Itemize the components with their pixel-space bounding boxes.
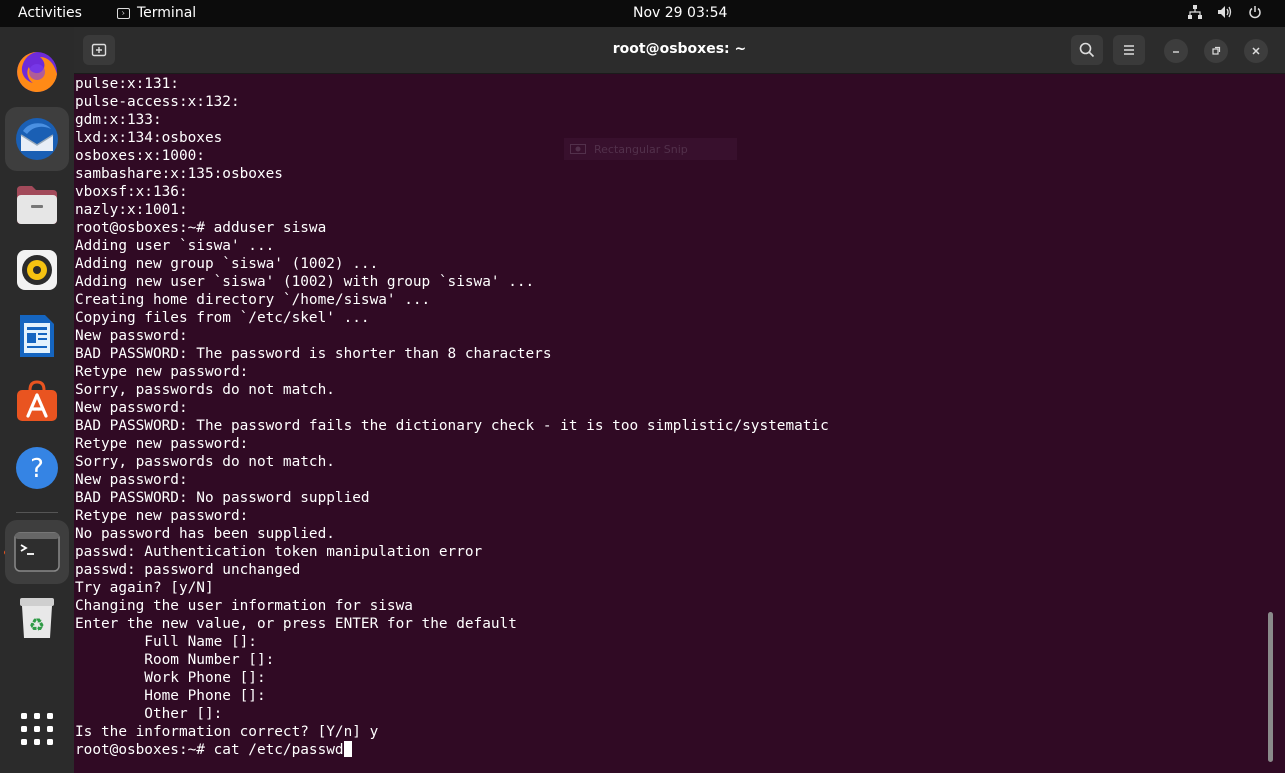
- dock-software[interactable]: [5, 369, 69, 433]
- app-menu-label: Terminal: [137, 5, 197, 21]
- app-grid-icon: [21, 713, 53, 745]
- top-bar: Activities Terminal Nov 29 03:54: [0, 0, 1285, 27]
- trash-icon: ♻: [20, 598, 54, 638]
- system-tray[interactable]: [1187, 4, 1263, 20]
- terminal-line: root@osboxes:~# adduser siswa: [75, 220, 327, 236]
- dock-rhythmbox[interactable]: [5, 238, 69, 302]
- dock-separator: [16, 512, 58, 513]
- terminal-line: lxd:x:134:osboxes: [75, 130, 223, 146]
- help-icon: ?: [16, 447, 58, 489]
- dock: ? ♻: [0, 27, 74, 773]
- hamburger-icon: [1124, 45, 1134, 55]
- dock-firefox[interactable]: [5, 40, 69, 104]
- terminal-line: Adding user `siswa' ...: [75, 238, 275, 254]
- terminal-line: Retype new password:: [75, 508, 249, 524]
- terminal-line: No password has been supplied.: [75, 526, 335, 542]
- dock-files[interactable]: [5, 172, 69, 236]
- terminal-line: Enter the new value, or press ENTER for …: [75, 616, 517, 632]
- volume-icon[interactable]: [1217, 4, 1233, 20]
- terminal-line: vboxsf:x:136:: [75, 184, 188, 200]
- activities-button[interactable]: Activities: [18, 5, 82, 21]
- terminal-line: Room Number []:: [75, 652, 275, 668]
- files-icon: [17, 186, 57, 224]
- terminal-line: Home Phone []:: [75, 688, 266, 704]
- terminal-line: passwd: password unchanged: [75, 562, 301, 578]
- dock-app-grid[interactable]: [5, 697, 69, 761]
- terminal-line: Retype new password:: [75, 436, 249, 452]
- terminal-line: gdm:x:133:: [75, 112, 162, 128]
- terminal-line: Work Phone []:: [75, 670, 266, 686]
- network-icon[interactable]: [1187, 4, 1203, 20]
- menu-button[interactable]: [1113, 35, 1145, 65]
- restore-icon: [1212, 46, 1221, 55]
- text-cursor: [343, 741, 352, 757]
- terminal-line: Adding new user `siswa' (1002) with grou…: [75, 274, 535, 290]
- terminal-line: BAD PASSWORD: The password fails the dic…: [75, 418, 829, 434]
- search-icon: [1079, 42, 1095, 58]
- terminal-line: Sorry, passwords do not match.: [75, 382, 335, 398]
- terminal-line: Sorry, passwords do not match.: [75, 454, 335, 470]
- dock-help[interactable]: ?: [5, 436, 69, 500]
- terminal-line: Retype new password:: [75, 364, 249, 380]
- dock-trash[interactable]: ♻: [5, 585, 69, 649]
- rhythmbox-icon: [17, 250, 57, 290]
- prompt-line[interactable]: root@osboxes:~# cat /etc/passwd: [75, 741, 1265, 759]
- search-button[interactable]: [1071, 35, 1103, 65]
- dock-terminal[interactable]: [5, 520, 69, 584]
- minimize-button[interactable]: [1164, 39, 1188, 63]
- svg-text:♻: ♻: [29, 615, 45, 636]
- terminal-line: nazly:x:1001:: [75, 202, 188, 218]
- terminal-line: pulse:x:131:: [75, 76, 179, 92]
- dock-writer[interactable]: [5, 304, 69, 368]
- thunderbird-icon: [16, 118, 58, 160]
- terminal-app-icon: [117, 7, 130, 19]
- svg-text:?: ?: [30, 454, 44, 484]
- software-icon: [17, 380, 57, 421]
- terminal-output[interactable]: pulse:x:131: pulse-access:x:132: gdm:x:133…: [75, 75, 1265, 765]
- terminal-line: Creating home directory `/home/siswa' ..…: [75, 292, 431, 308]
- terminal-icon: [14, 532, 60, 572]
- app-menu[interactable]: Terminal: [117, 5, 196, 21]
- terminal-line: Is the information correct? [Y/n] y: [75, 724, 379, 740]
- terminal-line: Changing the user information for siswa: [75, 598, 413, 614]
- terminal-line: passwd: Authentication token manipulatio…: [75, 544, 483, 560]
- writer-icon: [20, 315, 54, 357]
- power-icon[interactable]: [1247, 4, 1263, 20]
- terminal-line: osboxes:x:1000:: [75, 148, 205, 164]
- terminal-line: BAD PASSWORD: The password is shorter th…: [75, 346, 552, 362]
- prompt-command: root@osboxes:~# cat /etc/passwd: [75, 742, 344, 758]
- terminal-line: sambashare:x:135:osboxes: [75, 166, 283, 182]
- window-header[interactable]: root@osboxes: ~: [74, 27, 1285, 74]
- firefox-icon: [17, 52, 57, 92]
- close-button[interactable]: [1244, 39, 1268, 63]
- terminal-line: Adding new group `siswa' (1002) ...: [75, 256, 379, 272]
- terminal-line: BAD PASSWORD: No password supplied: [75, 490, 370, 506]
- terminal-line: Other []:: [75, 706, 223, 722]
- window-title: root@osboxes: ~: [612, 41, 747, 57]
- close-icon: [1252, 47, 1260, 55]
- terminal-line: Try again? [y/N]: [75, 580, 214, 596]
- terminal-scrollbar[interactable]: [1268, 612, 1273, 762]
- clock[interactable]: Nov 29 03:54: [633, 5, 727, 21]
- terminal-line: New password:: [75, 472, 188, 488]
- terminal-line: Copying files from `/etc/skel' ...: [75, 310, 370, 326]
- terminal-line: pulse-access:x:132:: [75, 94, 240, 110]
- minimize-icon: [1173, 51, 1179, 53]
- dock-thunderbird[interactable]: [5, 107, 69, 171]
- terminal-line: Full Name []:: [75, 634, 257, 650]
- terminal-line: New password:: [75, 328, 188, 344]
- maximize-button[interactable]: [1204, 39, 1228, 63]
- terminal-line: New password:: [75, 400, 188, 416]
- terminal-window: root@osboxes: ~ Rectangular Snip pulse:x…: [74, 27, 1285, 773]
